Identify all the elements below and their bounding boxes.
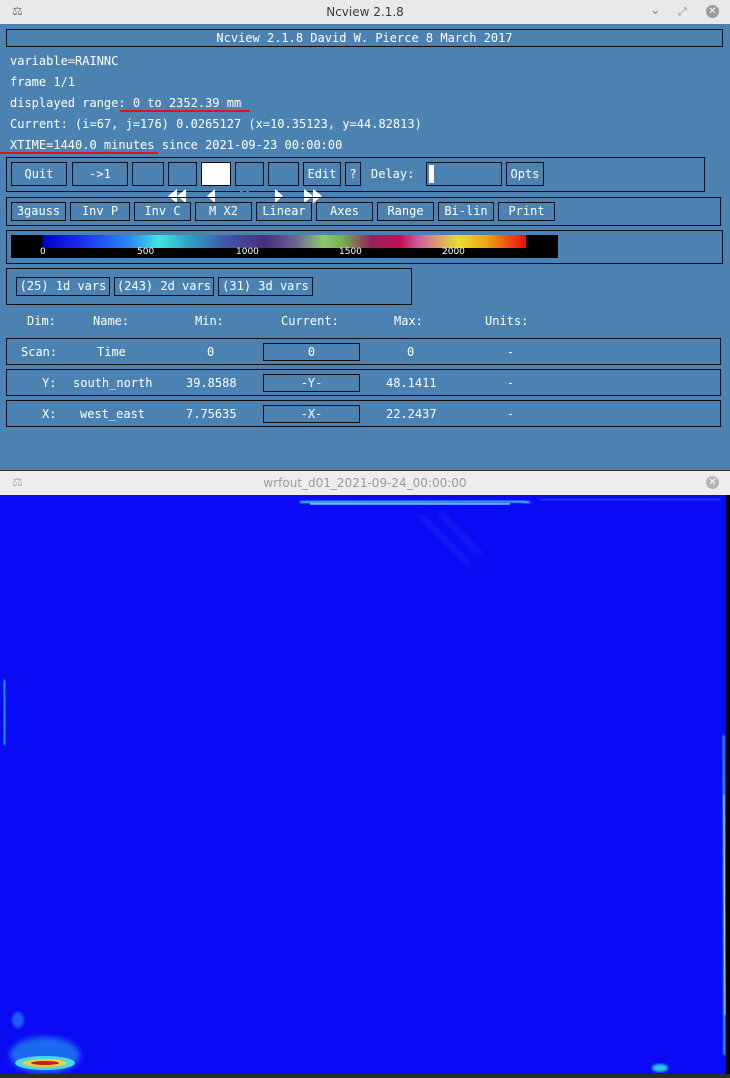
- range-line: displayed range: 0 to 2352.39 mm: [10, 96, 241, 110]
- plot-window-title: wrfout_d01_2021-09-24_00:00:00: [263, 476, 467, 490]
- delay-slider-thumb[interactable]: [429, 165, 434, 183]
- window-title: Ncview 2.1.8: [326, 5, 404, 19]
- current-header: Current:: [281, 314, 339, 328]
- min-cell: 0: [207, 345, 215, 359]
- colorbar-tick-label: 0: [40, 247, 46, 257]
- current-value-button[interactable]: -X-: [263, 405, 360, 423]
- colorbar-tick-label: 500: [137, 247, 155, 257]
- time-since: since 2021-09-23 00:00:00: [154, 138, 343, 152]
- opt-3gauss-button[interactable]: 3gauss: [11, 202, 66, 221]
- time-line: XTIME=1440.0 minutes since 2021-09-23 00…: [10, 138, 342, 152]
- max-cell: 48.1411: [386, 376, 437, 390]
- range-value: 0 to 2352.39 mm: [125, 96, 242, 110]
- step-forward-button[interactable]: [235, 162, 283, 203]
- colorbar-tick-label: 1000: [236, 247, 259, 257]
- units-cell: -: [507, 376, 515, 390]
- name-cell: south_north: [73, 376, 153, 390]
- frame-label: frame 1/1: [10, 75, 76, 89]
- precip-blob-center: [31, 1061, 59, 1065]
- variable-label: variable=RAINNC: [10, 54, 119, 68]
- pause-button[interactable]: [201, 162, 249, 203]
- colorbar-tick-label: 1500: [339, 247, 362, 257]
- options-button[interactable]: Opts: [506, 162, 544, 186]
- current-readout: Current: (i=67, j=176) 0.0265127 (x=10.3…: [10, 117, 422, 131]
- precip-spot-lowerright: [652, 1064, 668, 1072]
- name-cell: Time: [97, 345, 126, 359]
- plot-titlebar[interactable]: ⚖ wrfout_d01_2021-09-24_00:00:00 ✕: [0, 471, 730, 496]
- quit-button[interactable]: Quit: [11, 162, 67, 186]
- close-icon[interactable]: ✕: [706, 476, 719, 489]
- var-group-1d-button[interactable]: (25) 1d vars: [16, 277, 110, 296]
- name-cell: west_east: [80, 407, 146, 421]
- opt-magnify-button[interactable]: M X2: [195, 202, 252, 221]
- range-label: displayed range:: [10, 96, 126, 110]
- opt-inv-p-button[interactable]: Inv P: [70, 202, 130, 221]
- dim-cell: Y:: [42, 376, 57, 390]
- var-group-3d-button[interactable]: (31) 3d vars: [218, 277, 313, 296]
- ncview-titlebar[interactable]: ⚖ Ncview 2.1.8 ⌄ ⤢ ✕: [0, 0, 730, 25]
- precip-streak-left: [2, 679, 7, 746]
- minimize-icon[interactable]: ⌄: [650, 3, 661, 18]
- opt-linear-button[interactable]: Linear: [256, 202, 312, 221]
- maximize-icon[interactable]: ⤢: [678, 5, 687, 19]
- max-cell: 0: [407, 345, 415, 359]
- units-header: Units:: [485, 314, 529, 328]
- opt-bilin-button[interactable]: Bi-lin: [438, 202, 494, 221]
- fast-backward-button[interactable]: [132, 162, 186, 203]
- colorbar[interactable]: 0 500 1000 1500 2000: [11, 235, 558, 258]
- current-value-button[interactable]: 0: [263, 343, 360, 361]
- dim-header: Dim:: [27, 314, 56, 328]
- step-backward-button[interactable]: [168, 162, 215, 203]
- opt-inv-c-button[interactable]: Inv C: [134, 202, 191, 221]
- name-header: Name:: [93, 314, 130, 328]
- delay-label: Delay:: [371, 167, 415, 181]
- colorbar-tick-label: 2000: [442, 247, 465, 257]
- banner-text: Ncview 2.1.8 David W. Pierce 8 March 201…: [216, 31, 513, 45]
- current-value-button[interactable]: -Y-: [263, 374, 360, 392]
- rainfall-field: [0, 495, 730, 1074]
- time-annotation-underline: [0, 152, 158, 154]
- min-cell: 7.75635: [186, 407, 237, 421]
- precip-streak-top-right: [539, 498, 721, 501]
- max-header: Max:: [394, 314, 423, 328]
- edit-button[interactable]: Edit: [303, 162, 341, 186]
- fast-forward-button[interactable]: [268, 162, 322, 203]
- range-annotation-underline: [120, 110, 250, 112]
- opt-range-button[interactable]: Range: [377, 202, 434, 221]
- precip-spot-left: [12, 1012, 24, 1028]
- min-header: Min:: [195, 314, 224, 328]
- help-button[interactable]: ?: [345, 162, 361, 186]
- close-icon[interactable]: ✕: [706, 5, 719, 18]
- min-cell: 39.8588: [186, 376, 237, 390]
- ncview-panel: Ncview 2.1.8 David W. Pierce 8 March 201…: [0, 24, 730, 470]
- max-cell: 22.2437: [386, 407, 437, 421]
- opt-print-button[interactable]: Print: [498, 202, 555, 221]
- dim-cell: X:: [42, 407, 57, 421]
- var-group-2d-button[interactable]: (243) 2d vars: [114, 277, 214, 296]
- units-cell: -: [507, 407, 515, 421]
- banner-box: Ncview 2.1.8 David W. Pierce 8 March 201…: [6, 29, 723, 47]
- units-cell: -: [507, 345, 515, 359]
- first-frame-button[interactable]: ->1: [72, 162, 128, 186]
- opt-axes-button[interactable]: Axes: [316, 202, 373, 221]
- dim-cell: Scan:: [21, 345, 58, 359]
- delay-slider[interactable]: [426, 162, 502, 186]
- plot-canvas[interactable]: [0, 495, 730, 1074]
- time-label: XTIME=1440.0 minutes: [10, 138, 155, 152]
